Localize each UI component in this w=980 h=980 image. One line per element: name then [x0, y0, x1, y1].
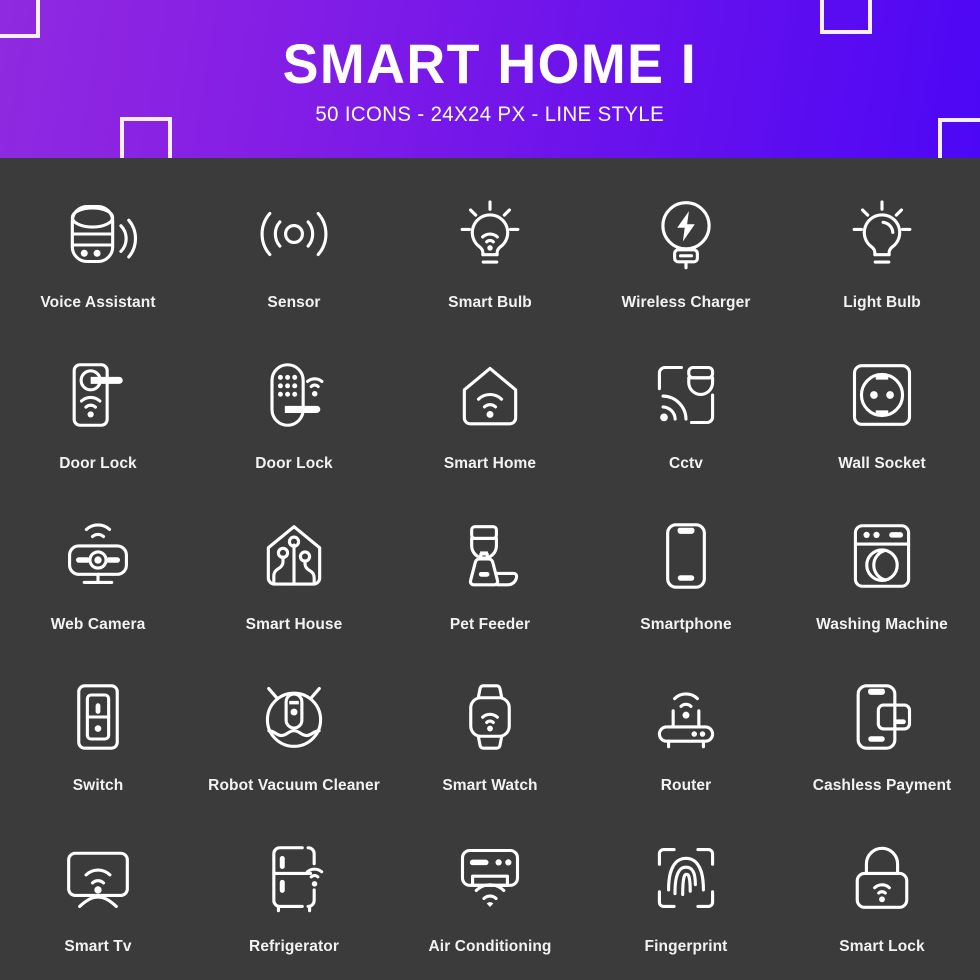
icon-cell-wall-socket[interactable]: Wall Socket: [784, 329, 980, 490]
voice-assistant-icon: [50, 186, 146, 282]
icon-label: Smart House: [245, 615, 343, 633]
smart-home-icon: [442, 347, 538, 443]
icon-label: Smartphone: [640, 615, 732, 633]
icon-cell-smart-home[interactable]: Smart Home: [392, 329, 588, 490]
icon-cell-sensor[interactable]: Sensor: [196, 168, 392, 329]
router-icon: [638, 669, 734, 765]
icon-label: Cashless Payment: [812, 777, 952, 795]
washing-machine-icon: [834, 508, 930, 604]
icon-cell-web-camera[interactable]: Web Camera: [0, 490, 196, 651]
header-text-block: SMART HOME I 50 ICONS - 24X24 PX - LINE …: [0, 0, 980, 158]
icon-cell-router[interactable]: Router: [588, 652, 784, 813]
icon-cell-refrigerator[interactable]: Refrigerator: [196, 813, 392, 974]
smart-house-icon: [246, 508, 342, 604]
icon-label: Smart Bulb: [448, 293, 532, 311]
smart-bulb-icon: [442, 186, 538, 282]
icon-label: Light Bulb: [843, 293, 921, 311]
icon-cell-pet-feeder[interactable]: Pet Feeder: [392, 490, 588, 651]
icon-cell-smartphone[interactable]: Smartphone: [588, 490, 784, 651]
icon-label: Fingerprint: [644, 938, 728, 956]
icon-label: Door Lock: [255, 454, 333, 472]
fingerprint-icon: [638, 830, 734, 926]
icon-cell-smart-lock[interactable]: Smart Lock: [784, 813, 980, 974]
icon-cell-robot-vacuum-cleaner[interactable]: Robot Vacuum Cleaner: [196, 652, 392, 813]
page-title: SMART HOME I: [282, 31, 698, 95]
icon-label: Switch: [72, 777, 124, 795]
icon-label: Cctv: [669, 454, 703, 472]
icon-set-page: SMART HOME I 50 ICONS - 24X24 PX - LINE …: [0, 0, 980, 980]
switch-icon: [50, 669, 146, 765]
smart-watch-icon: [442, 669, 538, 765]
icon-cell-door-lock-keypad[interactable]: Door Lock: [196, 329, 392, 490]
cashless-payment-icon: [834, 669, 930, 765]
pet-feeder-icon: [442, 508, 538, 604]
icon-grid: Voice Assistant Sensor Smart Bulb Wirele…: [0, 158, 980, 980]
icon-cell-cashless-payment[interactable]: Cashless Payment: [784, 652, 980, 813]
light-bulb-icon: [834, 186, 930, 282]
icon-label: Smart Lock: [839, 938, 925, 956]
icon-label: Voice Assistant: [40, 293, 156, 311]
icon-label: Door Lock: [59, 454, 137, 472]
icon-cell-cctv[interactable]: Cctv: [588, 329, 784, 490]
cctv-icon: [638, 347, 734, 443]
icon-label: Smart Home: [443, 454, 537, 472]
icon-cell-smart-house[interactable]: Smart House: [196, 490, 392, 651]
icon-label: Web Camera: [50, 615, 146, 633]
icon-label: Pet Feeder: [449, 615, 531, 633]
icon-cell-wireless-charger[interactable]: Wireless Charger: [588, 168, 784, 329]
smartphone-icon: [638, 508, 734, 604]
icon-cell-switch[interactable]: Switch: [0, 652, 196, 813]
icon-cell-smart-watch[interactable]: Smart Watch: [392, 652, 588, 813]
icon-label: Sensor: [267, 293, 321, 311]
door-lock-handle-icon: [50, 347, 146, 443]
icon-label: Smart Watch: [442, 777, 538, 795]
icon-label: Refrigerator: [249, 938, 339, 956]
icon-cell-fingerprint[interactable]: Fingerprint: [588, 813, 784, 974]
icon-label: Air Conditioning: [428, 938, 552, 956]
smart-lock-icon: [834, 830, 930, 926]
icon-label: Smart Tv: [64, 938, 132, 956]
icon-label: Robot Vacuum Cleaner: [208, 777, 380, 795]
icon-label: Router: [660, 777, 712, 795]
icon-label: Wall Socket: [838, 454, 926, 472]
icon-cell-voice-assistant[interactable]: Voice Assistant: [0, 168, 196, 329]
refrigerator-icon: [246, 830, 342, 926]
header-banner: SMART HOME I 50 ICONS - 24X24 PX - LINE …: [0, 0, 980, 158]
wall-socket-icon: [834, 347, 930, 443]
smart-tv-icon: [50, 830, 146, 926]
icon-label: Wireless Charger: [621, 293, 751, 311]
icon-cell-smart-bulb[interactable]: Smart Bulb: [392, 168, 588, 329]
wireless-charger-icon: [638, 186, 734, 282]
icon-cell-light-bulb[interactable]: Light Bulb: [784, 168, 980, 329]
air-conditioning-icon: [442, 830, 538, 926]
sensor-icon: [246, 186, 342, 282]
web-camera-icon: [50, 508, 146, 604]
page-subtitle: 50 ICONS - 24X24 PX - LINE STYLE: [315, 102, 665, 126]
icon-cell-smart-tv[interactable]: Smart Tv: [0, 813, 196, 974]
icon-cell-washing-machine[interactable]: Washing Machine: [784, 490, 980, 651]
door-lock-keypad-icon: [246, 347, 342, 443]
icon-cell-air-conditioning[interactable]: Air Conditioning: [392, 813, 588, 974]
icon-label: Washing Machine: [816, 615, 948, 633]
icon-cell-door-lock-handle[interactable]: Door Lock: [0, 329, 196, 490]
robot-vacuum-cleaner-icon: [246, 669, 342, 765]
